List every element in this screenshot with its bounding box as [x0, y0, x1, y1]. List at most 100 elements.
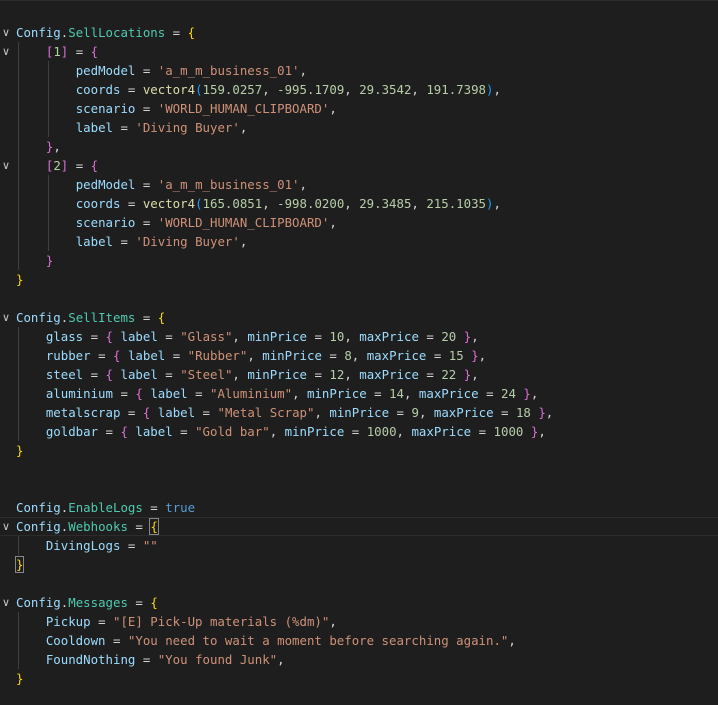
code-line[interactable]: aluminium = { label = "Aluminium", minPr…: [0, 384, 718, 403]
fold-chevron-icon[interactable]: ∨: [0, 593, 12, 612]
code-line[interactable]: Cooldown = "You need to wait a moment be…: [0, 631, 718, 650]
code-token: ,: [351, 348, 367, 363]
code-line[interactable]: [0, 574, 718, 593]
code-line[interactable]: steel = { label = "Steel", minPrice = 12…: [0, 365, 718, 384]
code-line[interactable]: FoundNothing = "You found Junk",: [0, 650, 718, 669]
code-text: steel = { label = "Steel", minPrice = 12…: [16, 365, 479, 384]
code-text: rubber = { label = "Rubber", minPrice = …: [16, 346, 486, 365]
code-line[interactable]: label = 'Diving Buyer',: [0, 232, 718, 251]
code-token: pedModel: [75, 63, 136, 78]
code-token: 9: [411, 405, 419, 420]
code-line[interactable]: ∨ Config.SellLocations = {: [0, 23, 718, 42]
code-token: =: [135, 215, 158, 230]
code-line[interactable]: }: [0, 441, 718, 460]
code-token: =: [471, 424, 494, 439]
code-token: "Gold bar": [195, 424, 270, 439]
code-token: 'Diving Buyer': [135, 234, 240, 249]
code-token: 2: [53, 158, 61, 173]
code-line[interactable]: metalscrap = { label = "Metal Scrap", mi…: [0, 403, 718, 422]
code-line[interactable]: ∨ Config.SellItems = {: [0, 308, 718, 327]
code-token: 20: [441, 329, 457, 344]
code-token: ,: [344, 196, 360, 211]
code-token: =: [307, 367, 330, 382]
code-line[interactable]: ∨ Config.Webhooks = {: [0, 517, 718, 536]
code-line[interactable]: Config.EnableLogs = true: [0, 498, 718, 517]
code-token: ,: [344, 329, 360, 344]
code-line[interactable]: ∨ Config.Messages = {: [0, 593, 718, 612]
code-token: =: [195, 405, 218, 420]
code-token: ,: [344, 367, 360, 382]
code-line[interactable]: },: [0, 137, 718, 156]
code-token: coords: [75, 82, 121, 97]
code-token: SellLocations: [68, 25, 166, 40]
code-token: ,: [538, 424, 546, 439]
code-token: 'a_m_m_business_01': [157, 177, 300, 192]
code-line[interactable]: }: [0, 270, 718, 289]
code-token: FoundNothing: [45, 652, 136, 667]
code-text: }: [16, 669, 23, 688]
code-token: ,: [232, 329, 248, 344]
code-token: "You found Junk": [157, 652, 278, 667]
code-token: ,: [299, 63, 307, 78]
fold-chevron-icon[interactable]: ∨: [0, 518, 12, 535]
code-line[interactable]: [0, 479, 718, 498]
code-token: ,: [232, 367, 248, 382]
code-line[interactable]: }: [0, 555, 718, 574]
code-token: ,: [277, 652, 285, 667]
code-line[interactable]: ∨ [1] = {: [0, 42, 718, 61]
code-text: Config.Webhooks = {: [16, 518, 159, 535]
code-line[interactable]: label = 'Diving Buyer',: [0, 118, 718, 137]
code-line[interactable]: }: [0, 669, 718, 688]
code-line[interactable]: }: [0, 251, 718, 270]
code-token: ,: [411, 82, 427, 97]
code-text: pedModel = 'a_m_m_business_01',: [16, 61, 307, 80]
code-line[interactable]: goldbar = { label = "Gold bar", minPrice…: [0, 422, 718, 441]
code-token: {: [105, 367, 114, 382]
code-text: FoundNothing = "You found Junk",: [16, 650, 285, 669]
code-token: scenario: [75, 215, 136, 230]
fold-chevron-icon[interactable]: ∨: [0, 156, 12, 175]
code-line[interactable]: coords = vector4(159.0257, -995.1709, 29…: [0, 80, 718, 99]
code-token: =: [135, 101, 158, 116]
code-token: 12: [329, 367, 345, 382]
code-token: =: [418, 329, 442, 344]
code-token: "[E] Pick-Up materials (%dm)": [113, 614, 330, 629]
code-line[interactable]: rubber = { label = "Rubber", minPrice = …: [0, 346, 718, 365]
code-line[interactable]: [0, 289, 718, 308]
code-text: }: [16, 441, 23, 460]
fold-chevron-icon[interactable]: ∨: [0, 23, 12, 42]
code-token: =: [120, 538, 143, 553]
code-token: ,: [314, 405, 330, 420]
code-line[interactable]: Pickup = "[E] Pick-Up materials (%dm)",: [0, 612, 718, 631]
code-token: Cooldown: [45, 633, 106, 648]
code-token: 1: [53, 44, 61, 59]
code-text: aluminium = { label = "Aluminium", minPr…: [16, 384, 538, 403]
code-line[interactable]: pedModel = 'a_m_m_business_01',: [0, 61, 718, 80]
code-line[interactable]: DivingLogs = "": [0, 536, 718, 555]
code-token: 'a_m_m_business_01': [157, 63, 300, 78]
code-token: coords: [75, 196, 121, 211]
code-line[interactable]: scenario = 'WORLD_HUMAN_CLIPBOARD',: [0, 99, 718, 118]
fold-chevron-icon[interactable]: ∨: [0, 308, 12, 327]
code-token: =: [112, 386, 136, 401]
code-token: 18: [515, 405, 531, 420]
code-token: "Metal Scrap": [217, 405, 315, 420]
code-text: metalscrap = { label = "Metal Scrap", mi…: [16, 403, 553, 422]
code-token: 'WORLD_HUMAN_CLIPBOARD': [157, 215, 330, 230]
code-token: =: [135, 63, 158, 78]
code-line[interactable]: [0, 460, 718, 479]
code-line[interactable]: scenario = 'WORLD_HUMAN_CLIPBOARD',: [0, 213, 718, 232]
code-editor[interactable]: ∨ Config.SellLocations = {∨ [1] = { pedMo…: [0, 0, 718, 705]
code-line[interactable]: coords = vector4(165.0851, -998.0200, 29…: [0, 194, 718, 213]
fold-chevron-icon[interactable]: ∨: [0, 42, 12, 61]
code-line[interactable]: pedModel = 'a_m_m_business_01',: [0, 175, 718, 194]
code-line[interactable]: glass = { label = "Glass", minPrice = 10…: [0, 327, 718, 346]
code-line[interactable]: ∨ [2] = {: [0, 156, 718, 175]
code-token: ): [486, 82, 494, 97]
